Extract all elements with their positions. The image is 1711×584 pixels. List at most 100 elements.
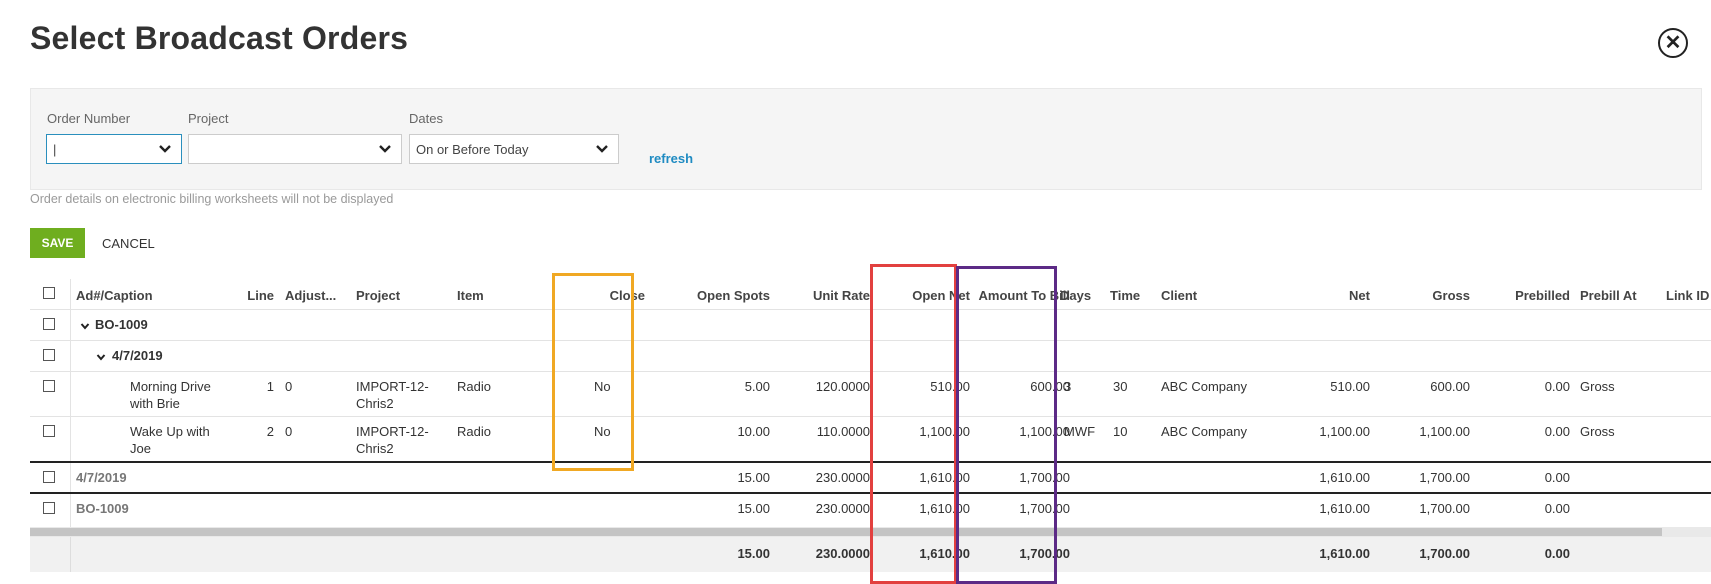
- dates-select[interactable]: On or Before Today: [409, 134, 619, 164]
- item-cell: Radio: [457, 379, 491, 394]
- col-adjust[interactable]: Adjust...: [285, 287, 336, 304]
- close-dialog-button[interactable]: ✕: [1658, 28, 1688, 58]
- prebill-at-cell: Gross: [1580, 424, 1615, 439]
- chevron-down-icon: [379, 145, 391, 153]
- total-gross: 1,700.00: [1419, 546, 1470, 561]
- select-all-checkbox[interactable]: [43, 287, 55, 299]
- unit-rate-cell: 110.0000: [816, 424, 870, 439]
- close-cell[interactable]: No: [594, 423, 611, 440]
- amount-to-bill-cell[interactable]: 600.00: [960, 378, 1070, 395]
- row-checkbox[interactable]: [43, 380, 55, 392]
- amount-to-bill-cell[interactable]: 1,100.00: [960, 423, 1070, 440]
- subtotal-open-net: 1,610.00: [919, 470, 970, 485]
- dialog-title: Select Broadcast Orders: [30, 20, 409, 56]
- line-cell: 2: [266, 424, 274, 439]
- days-cell: MWF: [1064, 424, 1096, 439]
- subtotal-row-date: 4/7/2019 15.00 230.0000 1,610.00 1,700.0…: [30, 463, 1711, 493]
- dates-label: Dates: [409, 111, 443, 126]
- col-gross[interactable]: Gross: [1360, 287, 1470, 304]
- client-cell: ABC Company: [1161, 379, 1247, 394]
- chevron-down-icon[interactable]: [96, 352, 106, 362]
- table-row[interactable]: Wake Up with Joe 2 0 IMPORT-12- Chris2 R…: [30, 417, 1711, 461]
- open-spots-cell: 5.00: [744, 379, 770, 394]
- col-open-spots[interactable]: Open Spots: [650, 287, 770, 304]
- total-prebilled: 0.00: [1544, 546, 1570, 561]
- chevron-down-icon: [159, 145, 171, 153]
- subtotal-amount-to-bill: 1,700.00: [1019, 470, 1070, 485]
- col-amount-to-bill[interactable]: Amount To Bill: [960, 287, 1070, 304]
- orders-grid: Ad#/Caption Line Adjust... Project Item …: [30, 279, 1711, 572]
- days-cell: 3: [1064, 379, 1072, 394]
- table-row[interactable]: Morning Drive with Brie 1 0 IMPORT-12- C…: [30, 372, 1711, 416]
- project-select[interactable]: [188, 134, 402, 164]
- chevron-down-icon[interactable]: [80, 321, 90, 331]
- subtotal-row-order: BO-1009 15.00 230.0000 1,610.00 1,700.00…: [30, 494, 1711, 524]
- prebill-at-cell: Gross: [1580, 379, 1615, 394]
- group-row-order: BO-1009: [30, 310, 1711, 340]
- col-project[interactable]: Project: [356, 287, 400, 304]
- subtotal-order-label: BO-1009: [76, 501, 129, 516]
- order-number-select[interactable]: |: [46, 134, 182, 164]
- caption-line1: Wake Up with: [130, 424, 210, 439]
- caption-line2: with Brie: [130, 396, 180, 411]
- cancel-button[interactable]: CANCEL: [102, 236, 155, 251]
- save-button[interactable]: SAVE: [30, 228, 85, 258]
- billing-note: Order details on electronic billing work…: [30, 192, 394, 206]
- time-cell: 10: [1113, 424, 1128, 439]
- subtotal-net: 1,610.00: [1319, 501, 1370, 516]
- project-label: Project: [188, 111, 229, 126]
- caption-line1: Morning Drive: [130, 379, 211, 394]
- subtotal-amount-to-bill: 1,700.00: [1019, 501, 1070, 516]
- close-icon: ✕: [1664, 32, 1682, 54]
- col-item[interactable]: Item: [457, 287, 484, 304]
- group-order-label: BO-1009: [95, 317, 148, 332]
- group-date-label: 4/7/2019: [112, 348, 163, 363]
- total-open-net: 1,610.00: [919, 546, 970, 561]
- col-open-net[interactable]: Open Net: [870, 287, 970, 304]
- filter-panel: Order Number | Project Dates On or Befor…: [30, 88, 1702, 190]
- subtotal-date-checkbox[interactable]: [43, 471, 55, 483]
- col-time[interactable]: Time: [1110, 287, 1140, 304]
- subtotal-open-spots: 15.00: [737, 470, 770, 485]
- col-line[interactable]: Line: [230, 287, 274, 304]
- col-link-id[interactable]: Link ID: [1666, 287, 1709, 304]
- close-cell[interactable]: No: [594, 378, 611, 395]
- project-line2: Chris2: [356, 441, 394, 456]
- subtotal-gross: 1,700.00: [1419, 501, 1470, 516]
- subtotal-net: 1,610.00: [1319, 470, 1370, 485]
- project-line1: IMPORT-12-: [356, 424, 429, 439]
- group-date-checkbox[interactable]: [43, 349, 55, 361]
- project-line2: Chris2: [356, 396, 394, 411]
- col-caption[interactable]: Ad#/Caption: [76, 287, 153, 304]
- col-net[interactable]: Net: [1250, 287, 1370, 304]
- col-close[interactable]: Close: [550, 287, 645, 304]
- open-net-cell: 510.00: [930, 379, 970, 394]
- total-unit-rate: 230.0000: [815, 546, 870, 561]
- adjust-cell: 0: [285, 424, 293, 439]
- prebilled-cell: 0.00: [1544, 424, 1570, 439]
- subtotal-open-net: 1,610.00: [919, 501, 970, 516]
- adjust-cell: 0: [285, 379, 293, 394]
- time-cell: 30: [1113, 379, 1128, 394]
- client-cell: ABC Company: [1161, 424, 1247, 439]
- subtotal-gross: 1,700.00: [1419, 470, 1470, 485]
- total-amount-to-bill: 1,700.00: [1019, 546, 1070, 561]
- gross-cell: 1,100.00: [1419, 424, 1470, 439]
- scrollbar-thumb[interactable]: [30, 528, 1662, 536]
- total-open-spots: 15.00: [737, 546, 770, 561]
- col-client[interactable]: Client: [1161, 287, 1197, 304]
- col-prebill-at[interactable]: Prebill At: [1580, 287, 1637, 304]
- open-net-cell: 1,100.00: [919, 424, 970, 439]
- group-order-checkbox[interactable]: [43, 318, 55, 330]
- subtotal-order-checkbox[interactable]: [43, 502, 55, 514]
- subtotal-unit-rate: 230.0000: [815, 501, 870, 516]
- item-cell: Radio: [457, 424, 491, 439]
- col-prebilled[interactable]: Prebilled: [1470, 287, 1570, 304]
- col-days[interactable]: Days: [1060, 287, 1091, 304]
- row-checkbox[interactable]: [43, 425, 55, 437]
- subtotal-prebilled: 0.00: [1544, 501, 1570, 516]
- unit-rate-cell: 120.0000: [815, 379, 870, 394]
- refresh-link[interactable]: refresh: [649, 151, 693, 166]
- horizontal-scrollbar[interactable]: [30, 527, 1711, 537]
- col-unit-rate[interactable]: Unit Rate: [770, 287, 870, 304]
